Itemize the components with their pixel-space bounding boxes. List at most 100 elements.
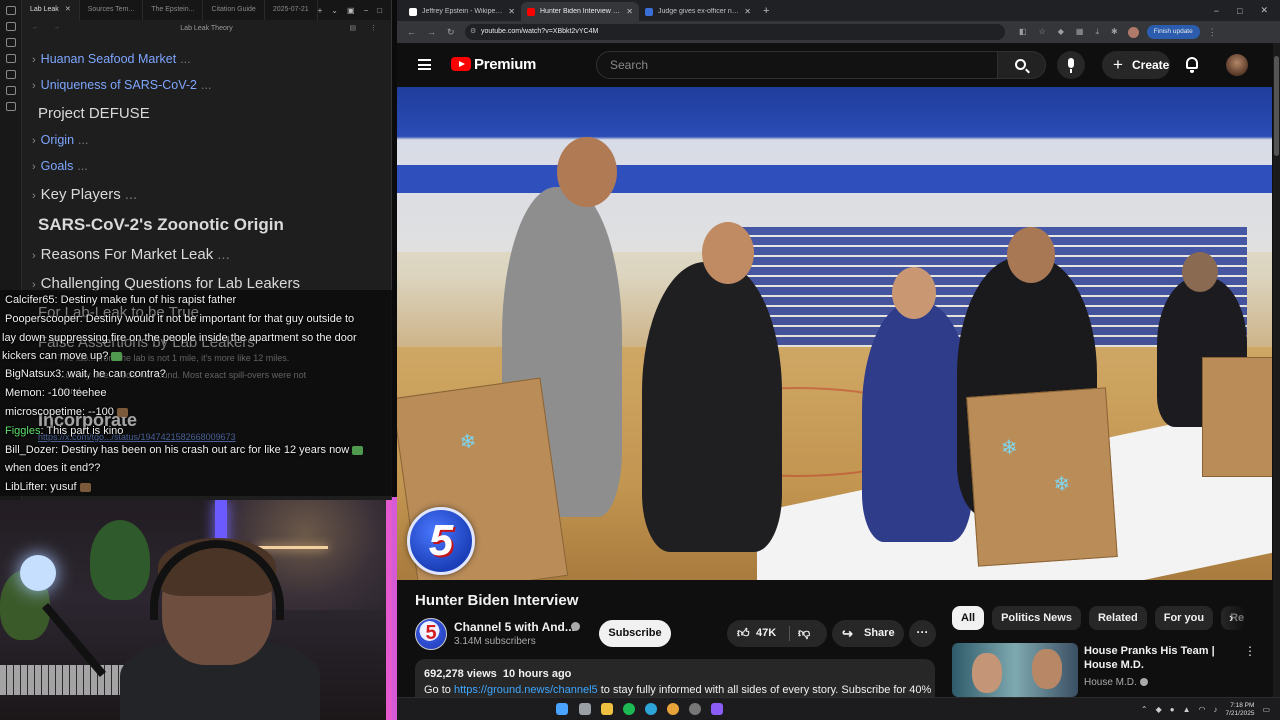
search-button[interactable] [998,51,1046,79]
chrome-icon[interactable] [667,703,679,715]
new-tab-icon[interactable]: + [318,6,323,15]
close-window-icon[interactable]: ✕ [391,6,392,15]
menu-icon[interactable] [418,59,431,70]
split-icon[interactable]: ▣ [347,6,355,15]
site-info-icon[interactable]: ⚙ [470,24,476,40]
maximize-icon[interactable]: □ [1237,6,1242,16]
like-count[interactable]: 47K [756,627,776,639]
notifications-icon[interactable] [1186,57,1198,73]
chevron-right-icon[interactable]: › [32,135,36,147]
notifications-icon[interactable]: ▭ [1262,705,1270,714]
send-icon[interactable] [5,22,16,31]
finish-update-button[interactable]: Finish update [1146,25,1200,39]
obsidian-icon[interactable] [711,703,723,715]
chevron-right-icon[interactable]: › [32,190,36,202]
tray-app-icon[interactable]: ● [1170,705,1175,714]
outline-heading[interactable]: › Key Players... [32,186,137,203]
outline-item[interactable]: › Origin... [32,133,88,147]
reload-icon[interactable]: ↻ [447,27,457,38]
avatar[interactable] [1226,54,1248,76]
share-button[interactable]: ↪ Share [832,620,904,647]
outline-heading[interactable]: Project DEFUSE [38,105,150,122]
extensions-puzzle-icon[interactable]: ✱ [1111,27,1118,37]
task-view-icon[interactable] [579,703,591,715]
chip-related[interactable]: Related [1088,606,1147,630]
reading-view-icon[interactable]: ▤ ⋮ [349,24,383,32]
dislike-icon[interactable]: 👎︎ [798,626,810,641]
search-input[interactable]: Search [596,51,998,79]
description-link[interactable]: https://ground.news/channel5 [454,684,598,696]
bookmark-icon[interactable]: ☆ [1039,27,1046,37]
tray-app-icon[interactable]: ▲ [1183,705,1191,714]
close-tab-icon[interactable]: ✕ [744,7,751,16]
outline-item[interactable]: › Huanan Seafood Market... [32,52,191,66]
close-window-icon[interactable]: ✕ [1260,5,1268,16]
subscribe-button[interactable]: Subscribe [599,620,671,647]
graph-icon[interactable] [5,54,16,63]
tray-overflow-icon[interactable]: ⌃ [1141,705,1148,714]
spotify-icon[interactable] [623,703,635,715]
outline-heading[interactable]: › Reasons For Market Leak... [32,246,230,263]
create-button[interactable]: Create [1102,51,1170,79]
minimize-icon[interactable]: − [364,6,369,15]
obsidian-tab[interactable]: Citation Guide [203,0,265,20]
canvas-icon[interactable] [5,70,16,79]
chip-all[interactable]: All [952,606,985,630]
browser-tab[interactable]: Hunter Biden Interview - Yo ✕ [521,2,639,21]
more-vert-icon[interactable]: ⋮ [1244,644,1256,658]
sidebar-toggle-icon[interactable] [5,6,16,15]
chip-politics-news[interactable]: Politics News [992,606,1081,630]
obsidian-tab[interactable]: Lab Leak ✕ [22,0,80,20]
calendar-icon[interactable] [5,86,16,95]
recommended-thumbnail[interactable] [952,643,1078,697]
youtube-brand[interactable]: Premium [474,56,536,73]
obsidian-tab[interactable]: Sources Tem... [80,0,144,20]
tray-app-icon[interactable]: ◆ [1156,705,1162,714]
voice-search-icon[interactable] [1057,51,1085,79]
new-tab-icon[interactable]: + [763,5,769,17]
menu-icon[interactable]: ⋮ [1208,27,1217,38]
forward-icon[interactable]: → [427,27,437,37]
channel-name[interactable]: Channel 5 with And... [454,620,575,634]
extension-icon[interactable]: ◧ [1019,27,1027,37]
chip-recently-uploaded[interactable]: Re [1221,606,1247,630]
outline-item[interactable]: › Goals... [32,159,88,173]
address-bar[interactable]: ⚙ youtube.com/watch?v=XBbkt2vYC4M [465,24,1005,40]
chevron-right-icon[interactable]: › [32,54,36,66]
scrollbar-thumb[interactable] [1274,56,1279,156]
close-tab-icon[interactable]: ✕ [626,7,633,16]
files-icon[interactable] [5,38,16,47]
youtube-logo-icon[interactable] [451,57,471,71]
description-box[interactable]: 692,278 views 10 hours ago Go to https:/… [415,659,935,697]
back-icon[interactable]: ← [407,27,417,37]
recommended-title[interactable]: House Pranks His Team | House M.D. [1084,644,1242,672]
downloads-icon[interactable]: ⤓ [1095,27,1099,37]
video-player[interactable]: ❄ ❄ ❄ 5 [397,87,1272,580]
obs-icon[interactable] [689,703,701,715]
maximize-icon[interactable]: □ [377,6,382,15]
outline-item[interactable]: › Uniqueness of SARS-CoV-2... [32,78,211,92]
obsidian-tab[interactable]: The Epstein... [143,0,204,20]
minimize-icon[interactable]: − [1214,6,1219,16]
chip-for-you[interactable]: For you [1154,606,1214,630]
chevron-right-icon[interactable]: › [32,161,36,173]
outline-heading[interactable]: SARS-CoV-2's Zoonotic Origin [38,215,284,235]
chevron-right-icon[interactable]: › [1229,610,1233,625]
tab-list-icon[interactable]: ⌄ [331,6,338,15]
channel-avatar[interactable] [415,618,447,650]
obsidian-tab[interactable]: 2025-07-21 [265,0,318,20]
close-icon[interactable]: ✕ [65,6,71,13]
clock[interactable]: 7:18 PM 7/21/2025 [1226,702,1255,718]
template-icon[interactable] [5,102,16,111]
volume-icon[interactable]: ♪ [1214,705,1218,714]
extension-icon[interactable]: ▦ [1076,27,1084,37]
start-icon[interactable] [556,703,568,715]
extension-icon[interactable]: ◆ [1058,27,1064,37]
file-explorer-icon[interactable] [601,703,613,715]
profile-avatar[interactable] [1127,26,1139,38]
more-actions-icon[interactable]: ··· [909,620,936,647]
like-icon[interactable]: 👍︎ [737,626,750,641]
chevron-right-icon[interactable]: › [32,80,36,92]
close-tab-icon[interactable]: ✕ [508,7,515,16]
wifi-icon[interactable]: ◠ [1199,705,1206,714]
